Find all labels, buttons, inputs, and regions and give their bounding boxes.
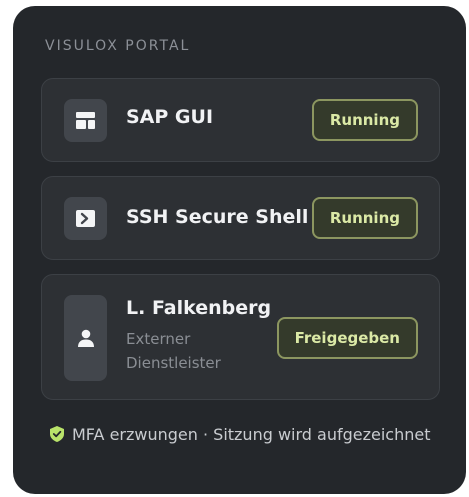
session-card-ssh[interactable]: SSH Secure Shell Running (41, 176, 440, 260)
user-name: L. Falkenberg (126, 297, 272, 319)
layout-icon (64, 99, 107, 142)
session-card-sap-gui[interactable]: SAP GUI Running (41, 78, 440, 162)
shield-check-icon (50, 424, 64, 450)
status-badge[interactable]: Running (311, 197, 418, 239)
security-footer: MFA erzwungen · Sitzung wird aufgezeichn… (45, 422, 435, 450)
approval-badge[interactable]: Freigegeben (276, 317, 418, 359)
user-icon (64, 295, 107, 381)
user-card-falkenberg[interactable]: L. Falkenberg Externer Dienstleister Fre… (41, 274, 440, 400)
portal-title: VISULOX PORTAL (45, 38, 191, 54)
user-role: Externer Dienstleister (126, 330, 221, 372)
footer-text: MFA erzwungen · Sitzung wird aufgezeichn… (72, 425, 431, 444)
terminal-icon (64, 197, 107, 240)
session-title: SSH Secure Shell (126, 206, 309, 228)
status-badge[interactable]: Running (311, 99, 418, 141)
portal-panel: VISULOX PORTAL SAP GUI Running SSH Secur… (13, 6, 466, 494)
session-title: SAP GUI (126, 106, 214, 128)
